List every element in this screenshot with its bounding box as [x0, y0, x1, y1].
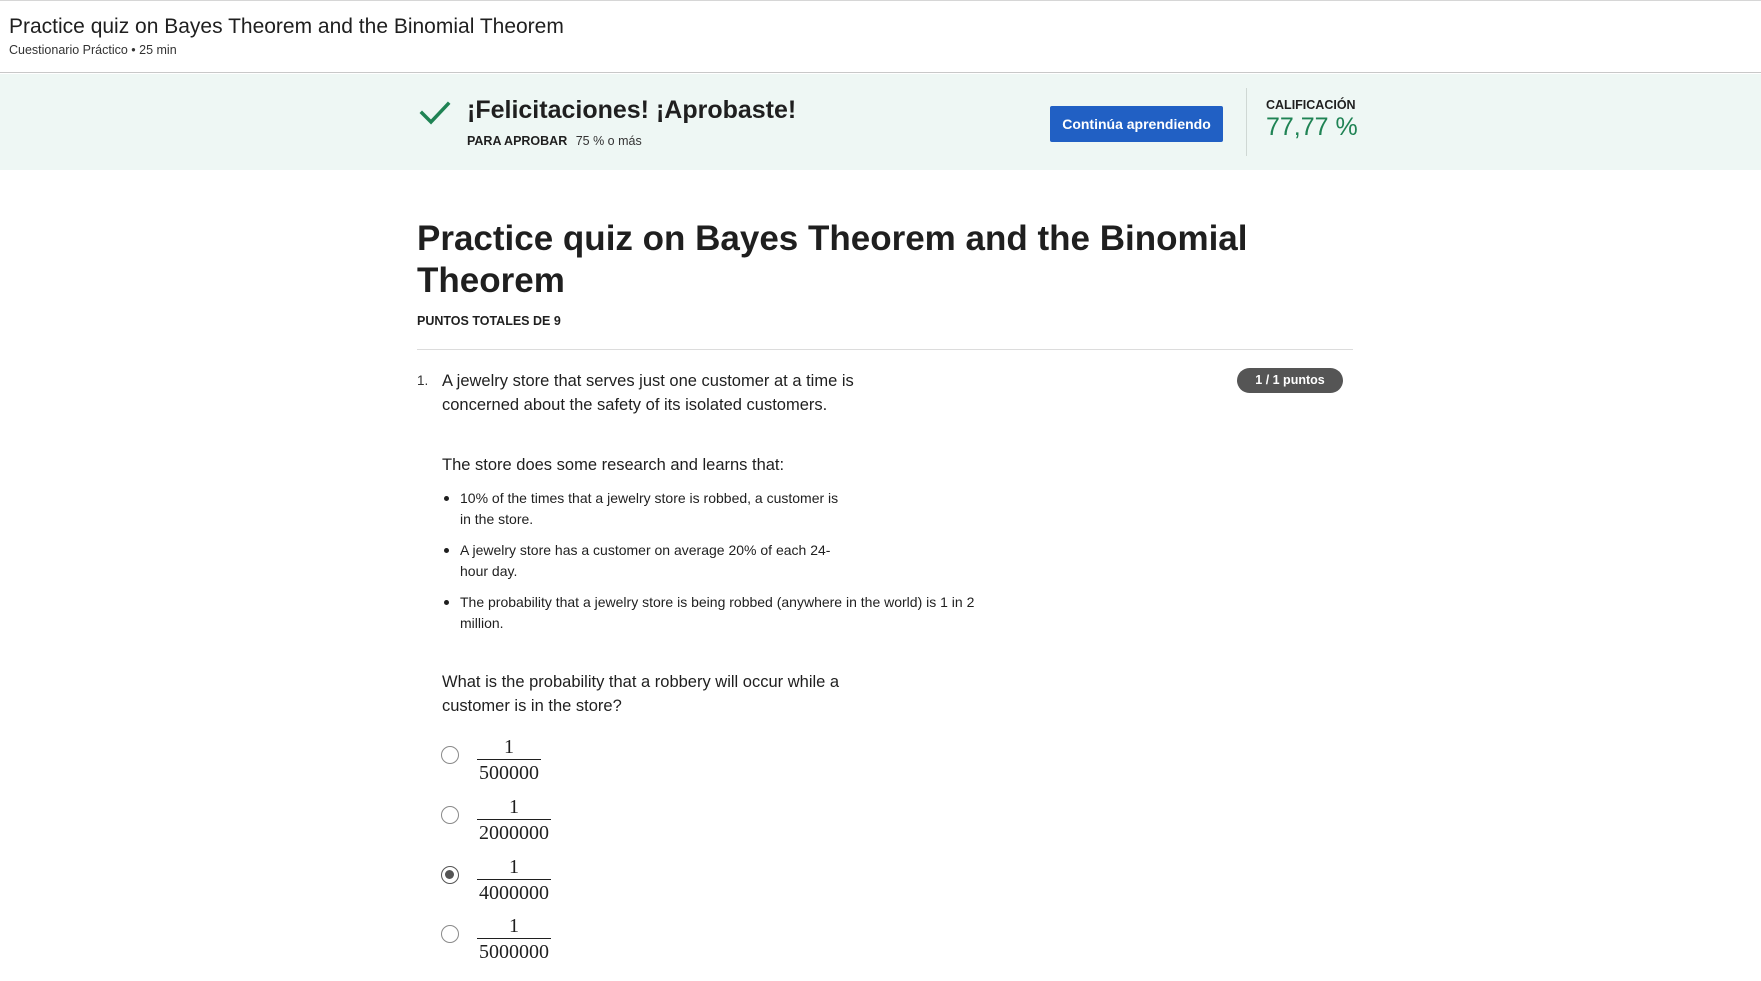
- grade-label: CALIFICACIÓN: [1266, 98, 1356, 112]
- divider: [417, 349, 1353, 350]
- check-icon: [419, 101, 451, 125]
- answer-option-2[interactable]: 1 2000000: [441, 795, 641, 851]
- fraction: 1 4000000: [477, 855, 551, 905]
- fraction-numerator: 1: [504, 736, 514, 758]
- radio-button[interactable]: [441, 746, 459, 764]
- fraction-denominator: 4000000: [477, 879, 551, 905]
- pass-requirement-value: 75 % o más: [575, 134, 642, 148]
- question-prompt: What is the probability that a robbery w…: [442, 673, 840, 715]
- header-subtitle: Cuestionario Práctico • 25 min: [9, 43, 177, 57]
- radio-button[interactable]: [441, 866, 459, 884]
- question-intro: A jewelry store that serves just one cus…: [442, 372, 854, 414]
- list-item: The probability that a jewelry store is …: [442, 592, 1005, 634]
- grade-divider: [1246, 88, 1247, 156]
- question-research: The store does some research and learns …: [442, 456, 785, 474]
- fraction-denominator: 500000: [477, 759, 541, 785]
- answer-option-3[interactable]: 1 4000000: [441, 855, 641, 911]
- question-number: 1.: [417, 373, 429, 388]
- fraction: 1 2000000: [477, 795, 551, 845]
- pass-message: ¡Felicitaciones! ¡Aprobaste!: [467, 96, 797, 124]
- radio-button[interactable]: [441, 806, 459, 824]
- list-item: 10% of the times that a jewelry store is…: [442, 488, 845, 530]
- fraction-numerator: 1: [509, 796, 519, 818]
- pass-requirement: PARA APROBAR 75 % o más: [467, 134, 642, 148]
- header-title: Practice quiz on Bayes Theorem and the B…: [9, 15, 564, 38]
- fraction-denominator: 2000000: [477, 819, 551, 845]
- list-item: A jewelry store has a customer on averag…: [442, 540, 845, 582]
- result-banner: ¡Felicitaciones! ¡Aprobaste! PARA APROBA…: [0, 74, 1761, 170]
- points-badge: 1 / 1 puntos: [1237, 368, 1343, 393]
- fraction-numerator: 1: [509, 856, 519, 878]
- top-header: Practice quiz on Bayes Theorem and the B…: [0, 0, 1761, 73]
- answer-option-1[interactable]: 1 500000: [441, 735, 641, 791]
- continue-learning-button[interactable]: Continúa aprendiendo: [1050, 106, 1223, 142]
- fraction: 1 500000: [477, 735, 541, 785]
- pass-requirement-label: PARA APROBAR: [467, 134, 568, 148]
- total-points: PUNTOS TOTALES DE 9: [417, 314, 561, 328]
- radio-button[interactable]: [441, 925, 459, 943]
- fraction: 1 5000000: [477, 914, 551, 964]
- answer-option-4[interactable]: 1 5000000: [441, 914, 641, 970]
- fraction-numerator: 1: [509, 915, 519, 937]
- grade-value: 77,77 %: [1266, 113, 1358, 141]
- quiz-title: Practice quiz on Bayes Theorem and the B…: [417, 219, 1248, 300]
- facts-list: 10% of the times that a jewelry store is…: [442, 488, 1002, 634]
- fraction-denominator: 5000000: [477, 938, 551, 964]
